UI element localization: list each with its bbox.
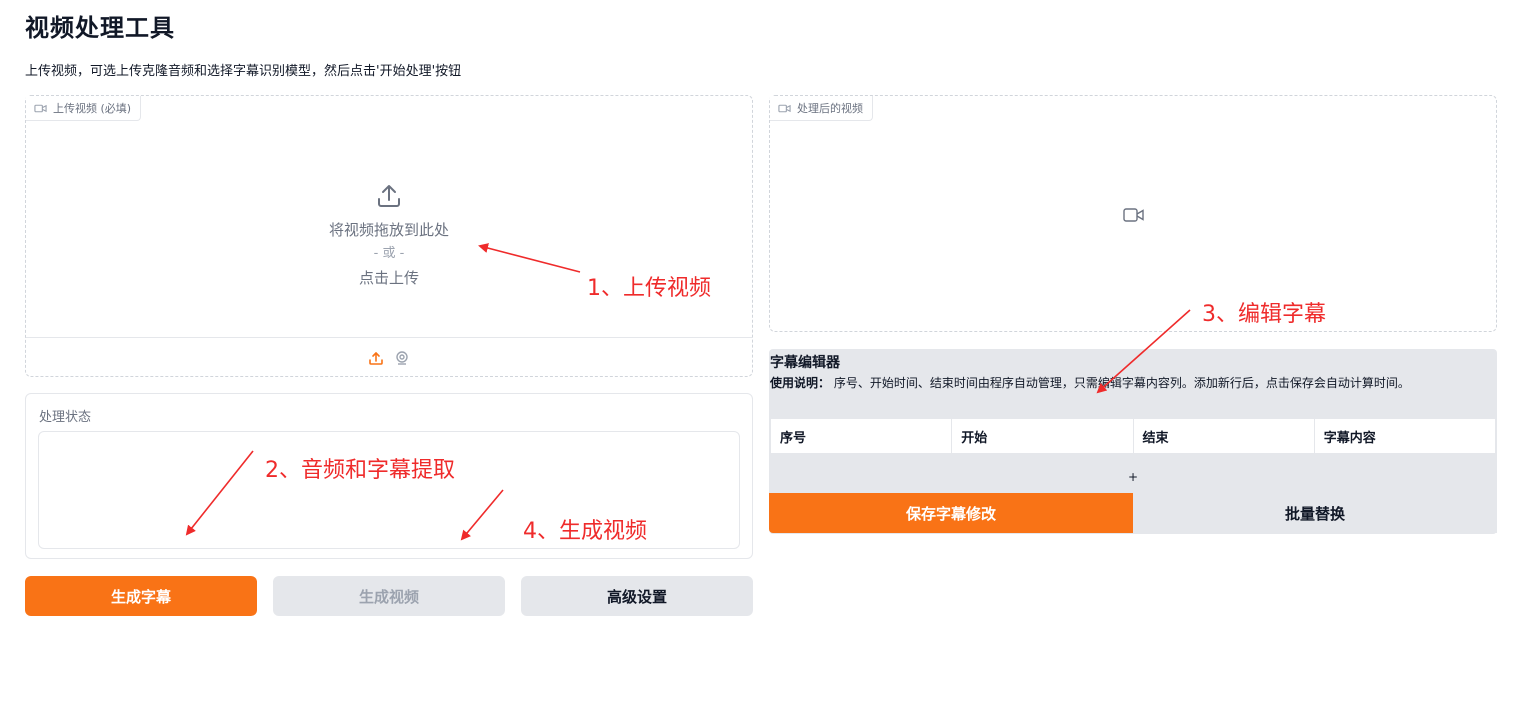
or-text: - 或 - [373, 245, 405, 261]
drop-text: 将视频拖放到此处 [328, 220, 449, 239]
annotation-step2: 2、音频和字幕提取 [265, 458, 455, 483]
click-upload-text[interactable]: 点击上传 [359, 266, 419, 290]
upload-icon[interactable] [368, 350, 384, 366]
page-title: 视频处理工具 [25, 14, 175, 42]
generate-video-button[interactable]: 生成视频 [273, 576, 505, 616]
video-icon [778, 104, 791, 112]
editor-help: 使用说明： 序号、开始时间、结束时间由程序自动管理，只需编辑字幕内容列。添加新行… [770, 373, 1492, 393]
output-video-label-text: 处理后的视频 [797, 102, 863, 115]
batch-replace-button[interactable]: 批量替换 [1133, 493, 1497, 533]
editor-help-text: 序号、开始时间、结束时间由程序自动管理，只需编辑字幕内容列。添加新行后，点击保存… [830, 376, 1410, 390]
upload-video-label-text: 上传视频 (必填) [53, 102, 132, 115]
column-header-content[interactable]: 字幕内容 [1315, 419, 1495, 453]
editor-title: 字幕编辑器 [770, 355, 840, 371]
column-header-start[interactable]: 开始 [952, 419, 1134, 453]
video-icon [34, 104, 47, 112]
video-icon [1123, 208, 1144, 222]
annotation-step4: 4、生成视频 [523, 519, 647, 544]
annotation-step1: 1、上传视频 [587, 276, 711, 301]
subtitle-table-header: 序号 开始 结束 字幕内容 [770, 418, 1496, 454]
webcam-icon[interactable] [394, 350, 410, 366]
upload-video-label: 上传视频 (必填) [26, 96, 142, 121]
upload-icon [378, 184, 400, 207]
page-description: 上传视频，可选上传克隆音频和选择字幕识别模型，然后点击'开始处理'按钮 [25, 64, 462, 79]
output-video-label: 处理后的视频 [770, 96, 873, 121]
generate-subtitles-button[interactable]: 生成字幕 [25, 576, 257, 616]
status-label: 处理状态 [39, 410, 92, 425]
annotation-step3: 3、编辑字幕 [1202, 302, 1326, 327]
column-header-end[interactable]: 结束 [1134, 419, 1315, 453]
column-header-index[interactable]: 序号 [771, 419, 953, 453]
upload-source-bar [26, 337, 752, 377]
upload-video-panel[interactable]: 将视频拖放到此处 - 或 - 点击上传 上传视频 (必填) [25, 95, 753, 377]
output-video-panel: 处理后的视频 [769, 95, 1497, 332]
subtitle-editor: 字幕编辑器 使用说明： 序号、开始时间、结束时间由程序自动管理，只需编辑字幕内容… [769, 349, 1497, 534]
editor-help-label: 使用说明： [770, 376, 831, 390]
save-subtitles-button[interactable]: 保存字幕修改 [769, 493, 1133, 533]
advanced-settings-button[interactable]: 高级设置 [521, 576, 753, 616]
add-row-button[interactable]: + [1125, 469, 1141, 485]
